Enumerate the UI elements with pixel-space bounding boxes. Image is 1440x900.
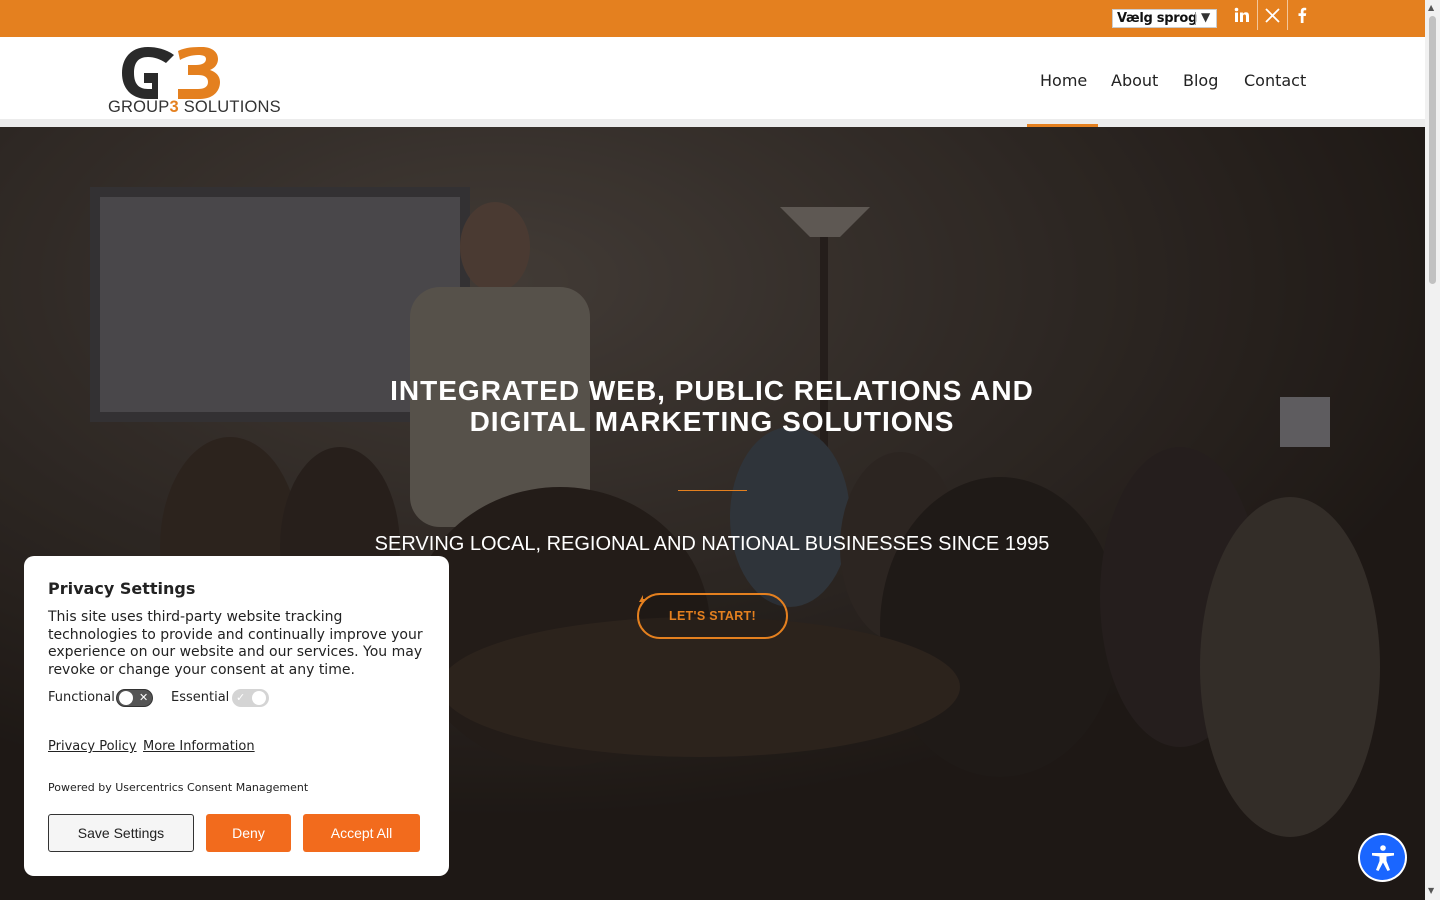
language-selector-divider: [1195, 12, 1196, 25]
scrollbar-thumb[interactable]: [1429, 16, 1436, 284]
essential-toggle-label: Essential: [171, 690, 230, 705]
privacy-title: Privacy Settings: [48, 579, 196, 598]
toggle-knob: [119, 691, 133, 705]
language-selector-label: Vælg sprog: [1117, 11, 1197, 26]
logo-caption-number: 3: [169, 98, 179, 116]
powered-by-text: Powered by Usercentrics Consent Manageme…: [48, 781, 309, 794]
lets-start-label: LET'S START!: [669, 609, 756, 623]
functional-toggle-label: Functional: [48, 690, 115, 705]
privacy-description: This site uses third-party website track…: [48, 609, 423, 678]
essential-toggle: ✓: [232, 689, 269, 707]
scroll-down-icon[interactable]: ▼: [1428, 886, 1434, 895]
top-bar: Vælg sprog ▼: [0, 0, 1425, 37]
hero-title: INTEGRATED WEB, PUBLIC RELATIONS AND DIG…: [390, 375, 1034, 437]
save-settings-button[interactable]: Save Settings: [48, 814, 194, 852]
page-scrollbar[interactable]: ▲ ▼: [1425, 0, 1440, 900]
g3-logo-mark: [122, 47, 220, 99]
lightning-icon: [639, 595, 646, 607]
accept-all-button[interactable]: Accept All: [303, 814, 420, 852]
nav-item-blog[interactable]: Blog: [1183, 71, 1218, 90]
language-selector[interactable]: Vælg sprog ▼: [1112, 9, 1217, 28]
nav-item-contact[interactable]: Contact: [1244, 71, 1306, 90]
facebook-icon[interactable]: [1287, 0, 1317, 30]
lets-start-button[interactable]: LET'S START!: [637, 593, 788, 639]
accessibility-icon: [1371, 844, 1394, 871]
hero-subtitle: SERVING LOCAL, REGIONAL AND NATIONAL BUS…: [374, 533, 1050, 555]
logo-caption: GROUP3 SOLUTIONS: [108, 98, 281, 117]
accessibility-button[interactable]: [1360, 835, 1405, 880]
logo-caption-suffix: SOLUTIONS: [178, 98, 281, 116]
site-logo[interactable]: GROUP3 SOLUTIONS: [108, 47, 281, 117]
nav-item-home[interactable]: Home: [1040, 71, 1087, 90]
x-icon[interactable]: [1257, 0, 1287, 30]
privacy-policy-link[interactable]: Privacy Policy: [48, 739, 137, 754]
functional-toggle[interactable]: ✕: [116, 689, 153, 707]
header-shadow: [0, 119, 1425, 127]
scroll-up-icon[interactable]: ▲: [1428, 3, 1434, 12]
nav-item-about[interactable]: About: [1111, 71, 1158, 90]
check-icon: ✓: [236, 691, 246, 704]
chevron-down-icon: ▼: [1201, 10, 1211, 24]
hero-divider: [678, 490, 747, 491]
close-icon: ✕: [139, 691, 149, 704]
logo-caption-prefix: GROUP: [108, 98, 170, 116]
linkedin-icon[interactable]: [1227, 0, 1257, 30]
deny-button[interactable]: Deny: [206, 814, 291, 852]
more-information-link[interactable]: More Information: [143, 739, 255, 754]
privacy-settings-dialog: Privacy Settings This site uses third-pa…: [24, 556, 449, 876]
toggle-knob: [252, 691, 266, 705]
